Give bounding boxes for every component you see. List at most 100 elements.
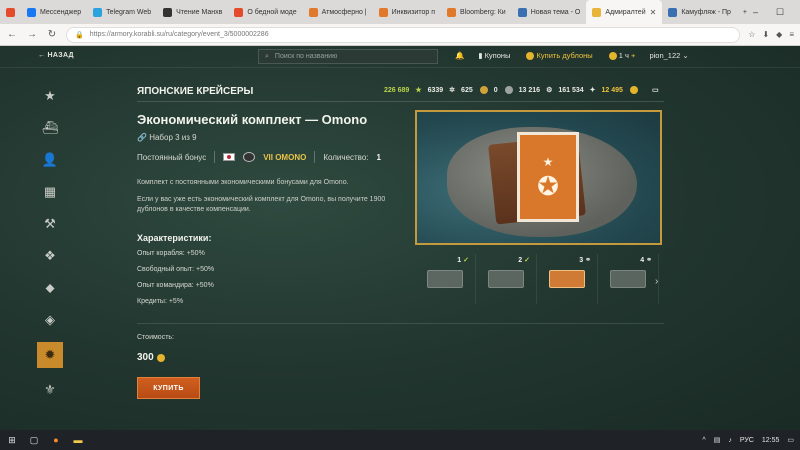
ship-icon[interactable]: ⛴: [37, 118, 63, 138]
bell-icon[interactable]: 🔔: [455, 51, 464, 60]
set-item-number: 1 ✓: [457, 256, 469, 264]
browser-tab[interactable]: Bloomberg: Ки: [441, 0, 512, 24]
back-label: НАЗАД: [47, 52, 74, 59]
windows-start-icon[interactable]: ⊞: [6, 434, 18, 446]
forward-arrow-icon[interactable]: →: [26, 29, 38, 40]
folder-icon[interactable]: ▬: [72, 434, 84, 446]
bonus-type: Постоянный бонус: [137, 152, 207, 162]
upgrade-icon[interactable]: ⬥: [37, 278, 63, 298]
doubloons-value: 12 495: [601, 86, 623, 94]
set-item-number: 3 ⚭: [579, 256, 591, 264]
set-info[interactable]: 🔗 Набор 3 из 9: [137, 133, 197, 142]
window-controls: – ☐ ✕: [753, 7, 800, 18]
tab-favicon: [446, 7, 456, 17]
username[interactable]: pion_122 ⌄: [649, 51, 688, 60]
camouflage-icon[interactable]: ◈: [37, 310, 63, 330]
steel-value: 0: [493, 86, 498, 94]
set-num-label: 2: [518, 257, 523, 264]
star-icon[interactable]: ★: [37, 86, 63, 106]
check-icon: ✓: [524, 257, 530, 264]
browser-tab[interactable]: Инквизитор п: [373, 0, 441, 24]
search-input[interactable]: ⌕ Поиск по названию: [258, 49, 438, 64]
commander-icon[interactable]: 👤: [37, 150, 63, 170]
browser-tab[interactable]: Атмосферно |: [303, 0, 373, 24]
minimize-icon[interactable]: –: [753, 7, 758, 18]
back-button[interactable]: ← НАЗАД: [38, 52, 74, 59]
browser-tab[interactable]: О бедной моде: [228, 0, 302, 24]
tab-label: Telegram Web: [106, 8, 152, 16]
browser-tab-active[interactable]: Адмиралтей ✕: [586, 0, 663, 24]
extension-icon[interactable]: ◆: [776, 30, 782, 39]
set-item-number: 2 ✓: [518, 256, 530, 264]
product-title: Экономический комплект — Omono: [137, 112, 368, 127]
description-2: Если у вас уже есть экономический компле…: [137, 196, 386, 213]
chevron-right-icon[interactable]: ›: [655, 276, 658, 287]
browser-tab[interactable]: Чтение Манхв: [157, 0, 228, 24]
set-item-number: 4 ⚭: [640, 256, 652, 264]
url-field[interactable]: 🔒 https://armory.korabli.su/ru/category/…: [66, 26, 741, 43]
reload-icon[interactable]: ↻: [46, 29, 58, 40]
economic-bonus-icon[interactable]: ✹: [37, 342, 63, 368]
tab-favicon: [378, 7, 388, 17]
link-icon: ⚭: [585, 257, 591, 264]
elite-xp-icon: ✲: [449, 87, 456, 94]
system-tray: ^ ▤ ♪ РУС 12:55 ▭: [702, 436, 794, 445]
tab-favicon: [668, 7, 678, 17]
notifications-icon[interactable]: ▭: [787, 436, 794, 444]
maximize-icon[interactable]: ☐: [776, 7, 784, 18]
hourglass-icon: [608, 52, 617, 61]
set-items: 1 ✓ 2 ✓ 3 ⚭ 4 ⚭: [415, 254, 659, 304]
timer[interactable]: 1 ч +: [607, 51, 635, 61]
ticket-icon: [549, 270, 585, 288]
armory-page: ← НАЗАД ⌕ Поиск по названию 🔔 ▮ Купоны К…: [0, 46, 800, 430]
tab-label: Инквизитор п: [391, 8, 435, 16]
volume-icon[interactable]: ♪: [728, 437, 732, 444]
username-label: pion_122: [649, 51, 681, 60]
characteristic-item: Опыт корабля: +50%: [137, 250, 205, 257]
new-tab-button[interactable]: +: [737, 0, 753, 24]
extensions-area: ☆ ⬇ ◆ ≡: [748, 30, 794, 39]
flags-icon[interactable]: ▦: [37, 182, 63, 202]
task-view-icon[interactable]: ▢: [28, 434, 40, 446]
description-1: Комплект с постоянными экономическими бо…: [137, 179, 349, 186]
set-item[interactable]: 1 ✓: [415, 254, 476, 304]
browser-tab[interactable]: Новая тема - О: [512, 0, 587, 24]
set-item[interactable]: 4 ⚭: [598, 254, 659, 304]
tools-icon[interactable]: ⚒: [37, 214, 63, 234]
language-indicator[interactable]: РУС: [740, 437, 754, 444]
cost-value: 300: [137, 352, 165, 363]
ship-icon: [243, 152, 256, 162]
steel-icon: [504, 86, 513, 94]
separator: [314, 151, 316, 163]
buy-button[interactable]: КУПИТЬ: [137, 377, 200, 399]
separator: [214, 151, 216, 163]
extension-icon[interactable]: ⬇: [762, 30, 769, 39]
tab-label: Bloomberg: Ки: [459, 8, 506, 16]
characteristics-title: Характеристики:: [137, 233, 212, 243]
tab-label: Камуфляж - Пр: [681, 8, 731, 16]
browser-tab[interactable]: Камуфляж - Пр: [662, 0, 737, 24]
check-icon: ✓: [463, 257, 469, 264]
divider: [137, 323, 664, 324]
url-text: https://armory.korabli.su/ru/category/ev…: [89, 31, 269, 38]
network-icon[interactable]: ▤: [714, 436, 721, 444]
back-arrow-icon[interactable]: ←: [6, 29, 18, 40]
ship-tier: VII OMONO: [263, 152, 307, 162]
buy-doubloons-button[interactable]: Купить дублоны: [524, 51, 593, 61]
containers-icon[interactable]: ❖: [37, 246, 63, 266]
firefox-icon[interactable]: ●: [50, 434, 62, 446]
wallet-icon[interactable]: ▭: [652, 86, 659, 94]
tab-label: Адмиралтей: [605, 8, 646, 16]
chevron-up-icon[interactable]: ^: [702, 437, 705, 444]
clock[interactable]: 12:55: [762, 437, 780, 444]
set-item[interactable]: 2 ✓: [476, 254, 537, 304]
menu-icon[interactable]: ≡: [789, 30, 794, 39]
star-icon[interactable]: ☆: [748, 30, 755, 39]
set-item-current[interactable]: 3 ⚭: [537, 254, 598, 304]
browser-tab[interactable]: Telegram Web: [87, 0, 157, 24]
coupons-button[interactable]: ▮ Купоны: [478, 51, 510, 60]
close-icon[interactable]: ✕: [650, 8, 657, 17]
browser-tab[interactable]: Мессенджер: [21, 0, 87, 24]
clan-icon[interactable]: ⚜: [37, 380, 63, 400]
browser-tab[interactable]: [0, 0, 21, 24]
